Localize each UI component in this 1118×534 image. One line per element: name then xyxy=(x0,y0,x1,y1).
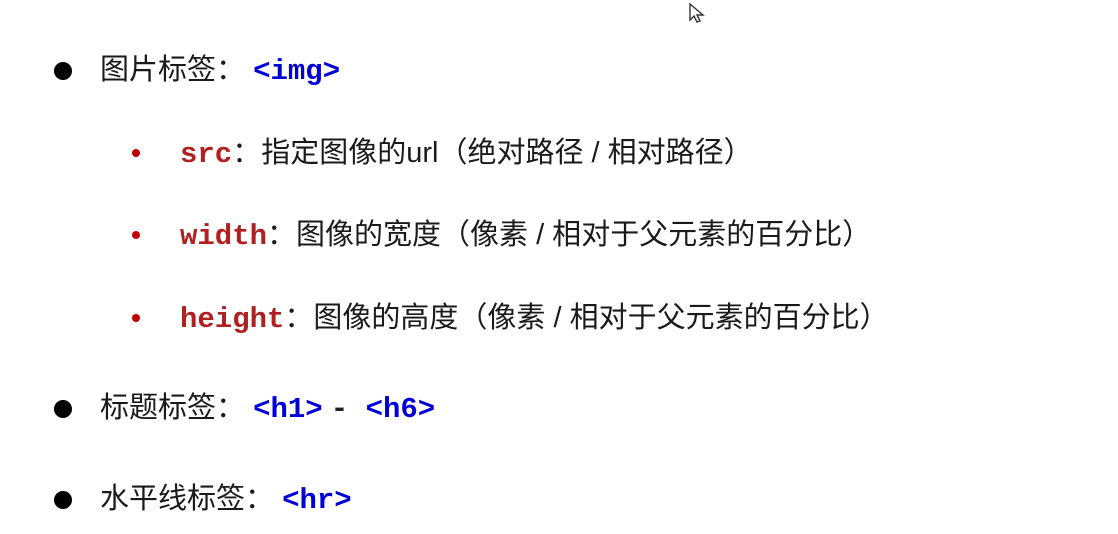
item-label: 标题标签： xyxy=(100,392,245,424)
attr-desc: ：指定图像的url（绝对路径 / 相对路径） xyxy=(232,137,752,169)
list-item-heading-tag: 标题标签： <h1> - <h6> xyxy=(48,388,1118,431)
main-list: 图片标签： <img> src：指定图像的url（绝对路径 / 相对路径） wi… xyxy=(48,50,1118,522)
attr-item-height: height：图像的高度（像素 / 相对于父元素的百分比） xyxy=(100,298,1118,341)
attr-desc: ：图像的宽度（像素 / 相对于父元素的百分比） xyxy=(267,219,871,251)
item-line: 水平线标签： <hr> xyxy=(100,479,1118,522)
tag-sep: - xyxy=(331,393,366,426)
item-label: 图片标签： xyxy=(100,54,245,86)
list-item-hr-tag: 水平线标签： <hr> xyxy=(48,479,1118,522)
attr-item-width: width：图像的宽度（像素 / 相对于父元素的百分比） xyxy=(100,215,1118,258)
attr-name: width xyxy=(180,220,267,253)
tag-code: <h6> xyxy=(366,393,436,426)
attr-item-src: src：指定图像的url（绝对路径 / 相对路径） xyxy=(100,133,1118,176)
item-line: 图片标签： <img> xyxy=(100,50,1118,93)
attr-line: width：图像的宽度（像素 / 相对于父元素的百分比） xyxy=(180,215,1118,258)
attr-name: height xyxy=(180,303,284,336)
list-item-img-tag: 图片标签： <img> src：指定图像的url（绝对路径 / 相对路径） wi… xyxy=(48,50,1118,340)
cursor-icon xyxy=(688,2,706,30)
attr-list: src：指定图像的url（绝对路径 / 相对路径） width：图像的宽度（像素… xyxy=(100,133,1118,341)
tag-code: <hr> xyxy=(282,484,352,517)
tag-code: <h1> xyxy=(253,393,323,426)
tag-code: <img> xyxy=(253,55,340,88)
attr-name: src xyxy=(180,138,232,171)
item-label: 水平线标签： xyxy=(100,483,274,515)
attr-desc: ：图像的高度（像素 / 相对于父元素的百分比） xyxy=(284,302,888,334)
attr-line: height：图像的高度（像素 / 相对于父元素的百分比） xyxy=(180,298,1118,341)
attr-line: src：指定图像的url（绝对路径 / 相对路径） xyxy=(180,133,1118,176)
item-line: 标题标签： <h1> - <h6> xyxy=(100,388,1118,431)
